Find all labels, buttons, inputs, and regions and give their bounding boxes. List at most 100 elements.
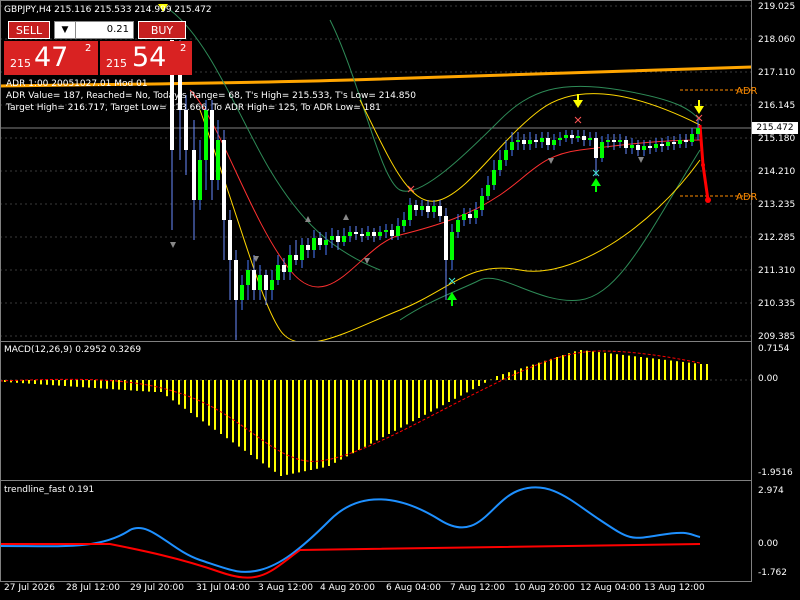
one-click-trading-panel: SELL ▼ 0.21 BUY 215 47 2 215 54 2 — [4, 18, 192, 76]
macd-bar — [172, 380, 174, 401]
candle-body — [324, 240, 328, 245]
candle-body — [546, 138, 550, 145]
info-line-2: ADR Value= 187, Reached= No, Today's Ran… — [6, 91, 416, 101]
macd-pane[interactable]: MACD(12,26,9) 0.2952 0.3269 — [0, 341, 752, 481]
trendline-label: trendline_fast 0.191 — [4, 485, 95, 495]
candle-body — [354, 232, 358, 234]
macd-bar — [142, 380, 144, 392]
sell-button[interactable]: SELL — [8, 21, 50, 39]
candle-body — [474, 210, 478, 218]
candle-body — [696, 128, 700, 134]
candle-body — [246, 270, 250, 285]
date-axis-label: 10 Aug 20:00 — [514, 583, 575, 593]
macd-bar — [256, 380, 258, 460]
macd-bar — [424, 380, 426, 415]
date-axis-label: 3 Aug 12:00 — [258, 583, 313, 593]
macd-bar — [268, 380, 270, 468]
candle-body — [516, 140, 520, 142]
candle-body — [450, 232, 454, 260]
sell-price-box[interactable]: 215 47 2 — [4, 41, 98, 75]
candle-body — [582, 136, 586, 140]
candle-body — [492, 170, 496, 185]
candle-body — [444, 216, 448, 260]
fractal-markers — [407, 114, 703, 193]
price-axis-label: 219.025 — [758, 2, 796, 12]
macd-bar — [202, 380, 204, 422]
candle-body — [636, 145, 640, 150]
chevron-down-icon[interactable]: ▼ — [55, 22, 76, 38]
macd-bar — [610, 353, 612, 380]
info-line-1: ADR 1:00 20051027.01 Mod 01 — [6, 79, 148, 89]
macd-bar — [382, 380, 384, 438]
macd-bar — [136, 380, 138, 391]
macd-bar — [688, 362, 690, 380]
current-price-marker: 215.472 — [752, 122, 798, 134]
candle-body — [330, 236, 334, 240]
trendline-svg — [0, 486, 701, 579]
adr-low-label: ADR — [736, 192, 758, 203]
buy-price-box[interactable]: 215 54 2 — [100, 41, 192, 75]
price-axis-label: 218.060 — [758, 35, 796, 45]
candle-body — [240, 285, 244, 300]
lot-size-input[interactable]: ▼ 0.21 — [54, 21, 134, 39]
macd-bar — [616, 354, 618, 380]
zigzag-markers — [170, 157, 644, 264]
candle-body — [408, 205, 412, 220]
lot-size-value: 0.21 — [106, 24, 129, 35]
candle-body — [594, 138, 598, 158]
candle-body — [648, 146, 652, 148]
macd-bar — [106, 380, 108, 389]
macd-bar — [622, 354, 624, 380]
candle-body — [210, 110, 214, 180]
price-axis-label: 215.180 — [758, 134, 796, 144]
macd-axis-top: 0.7154 — [758, 344, 790, 354]
candle-body — [462, 214, 466, 220]
candle-body — [612, 140, 616, 142]
macd-bar — [640, 357, 642, 380]
macd-bar — [88, 380, 90, 388]
candle-body — [360, 234, 364, 236]
macd-bar — [586, 350, 588, 380]
macd-bar — [58, 380, 60, 386]
candle-body — [534, 140, 538, 142]
candle-body — [372, 232, 376, 236]
candle-body — [396, 226, 400, 236]
macd-bar — [514, 370, 516, 380]
candle-body — [606, 140, 610, 142]
candle-body — [522, 140, 526, 144]
macd-bar — [388, 380, 390, 434]
candle-body — [660, 144, 664, 146]
candle-body — [306, 245, 310, 250]
macd-bar — [292, 380, 294, 474]
macd-bar — [208, 380, 210, 426]
macd-bar — [376, 380, 378, 441]
macd-bar — [646, 357, 648, 380]
macd-bar — [280, 380, 282, 476]
macd-bar — [286, 380, 288, 475]
date-axis-label: 27 Jul 2026 — [4, 583, 55, 593]
trendline-pane[interactable]: trendline_fast 0.191 — [0, 480, 752, 582]
candle-body — [486, 185, 490, 196]
candle-body — [378, 232, 382, 236]
macd-bar — [448, 380, 450, 402]
candle-body — [630, 145, 634, 148]
macd-bar — [670, 360, 672, 380]
candle-body — [558, 138, 562, 140]
macd-histogram — [4, 350, 708, 476]
candle-body — [300, 245, 304, 260]
price-axis-label: 214.210 — [758, 167, 796, 177]
symbol-line: GBPJPY,H4 215.116 215.533 214.999 215.47… — [4, 5, 212, 15]
trendline-axis-top: 2.974 — [758, 486, 784, 496]
buy-price-sup: 2 — [180, 43, 187, 54]
macd-bar — [550, 358, 552, 380]
macd-bar — [328, 380, 330, 466]
candle-body — [504, 150, 508, 160]
candle-body — [348, 232, 352, 236]
macd-bar — [178, 380, 180, 405]
price-axis-label: 211.310 — [758, 266, 796, 276]
macd-bar — [400, 380, 402, 428]
trendline-fast-blue — [0, 486, 701, 573]
buy-button[interactable]: BUY — [138, 21, 186, 39]
bollinger-upper — [329, 19, 701, 192]
trendline-axis-bottom: -1.762 — [758, 568, 788, 578]
